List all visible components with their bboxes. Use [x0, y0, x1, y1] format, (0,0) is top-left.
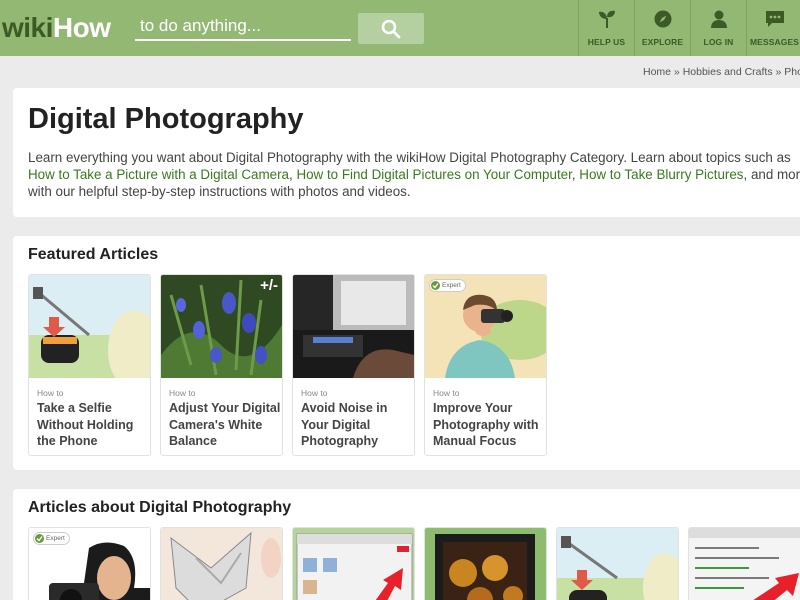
- article-thumbnail: [689, 528, 800, 600]
- article-tile[interactable]: [424, 527, 547, 600]
- articles-list: Expert: [28, 527, 800, 600]
- search-button[interactable]: [358, 13, 424, 44]
- article-thumbnail: [293, 528, 414, 600]
- how-to-label: How to: [301, 388, 328, 398]
- featured-article-title: Take a Selfie Without Holding the Phone: [37, 401, 134, 448]
- logo-wiki-text: wiki: [2, 12, 53, 43]
- breadcrumb-current[interactable]: Photogr: [784, 66, 800, 78]
- article-thumbnail: [293, 275, 414, 378]
- featured-article-title: Improve Your Photography with Manual Foc…: [433, 401, 539, 448]
- chat-icon: [764, 8, 786, 30]
- article-thumbnail: [161, 528, 282, 600]
- expert-badge-label: Expert: [46, 535, 65, 542]
- user-icon: [708, 8, 730, 30]
- nav-messages[interactable]: MESSAGES: [746, 0, 800, 56]
- logo-how-text: How: [52, 12, 111, 43]
- featured-article-title: Adjust Your Digital Camera's White Balan…: [169, 401, 281, 448]
- intro-link-take-picture[interactable]: How to Take a Picture with a Digital Cam…: [28, 167, 289, 182]
- featured-articles-card: Featured Articles How to Take a Selfie W…: [13, 236, 800, 470]
- expert-badge-label: Expert: [442, 282, 461, 289]
- main-nav: HELP US EXPLORE LOG IN MESSAGES: [578, 0, 800, 56]
- compass-icon: [652, 8, 674, 30]
- featured-article-tile[interactable]: Expert How to Improve Your Photography w…: [424, 274, 547, 456]
- article-tile[interactable]: [160, 527, 283, 600]
- featured-article-tile[interactable]: How to Take a Selfie Without Holding the…: [28, 274, 151, 456]
- page-title: Digital Photography: [28, 103, 304, 135]
- nav-log-in[interactable]: LOG IN: [690, 0, 746, 56]
- intro-link-blurry-pictures[interactable]: How to Take Blurry Pictures: [579, 167, 743, 182]
- sprout-icon: [596, 8, 618, 30]
- nav-explore-label: EXPLORE: [641, 37, 684, 47]
- article-thumbnail: +/-: [161, 275, 282, 378]
- intro-card: Digital Photography Learn everything you…: [13, 88, 800, 217]
- article-tile[interactable]: [556, 527, 679, 600]
- featured-article-tile[interactable]: +/- How to Adjust Your Digital Camera's …: [160, 274, 283, 456]
- breadcrumb: Home » Hobbies and Crafts » Photogr: [643, 66, 800, 78]
- featured-article-tile[interactable]: How to Avoid Noise in Your Digital Photo…: [292, 274, 415, 456]
- nav-log-in-label: LOG IN: [703, 37, 734, 47]
- how-to-label: How to: [433, 388, 460, 398]
- articles-card: Articles about Digital Photography Exper…: [13, 489, 800, 600]
- nav-help-us[interactable]: HELP US: [578, 0, 634, 56]
- intro-text-part: Learn everything you want about Digital …: [28, 150, 791, 165]
- how-to-label: How to: [169, 388, 196, 398]
- intro-text: Learn everything you want about Digital …: [28, 149, 800, 201]
- breadcrumb-home[interactable]: Home: [643, 66, 671, 78]
- article-thumbnail: Expert: [425, 275, 546, 378]
- article-tile[interactable]: Expert: [28, 527, 151, 600]
- check-icon: [431, 281, 440, 290]
- nav-help-us-label: HELP US: [587, 37, 626, 47]
- nav-messages-label: MESSAGES: [750, 37, 799, 47]
- wikihow-logo[interactable]: wikiHow: [2, 12, 111, 44]
- featured-articles-list: How to Take a Selfie Without Holding the…: [28, 274, 547, 456]
- expert-badge: Expert: [33, 532, 70, 545]
- article-thumbnail: [425, 528, 546, 600]
- article-thumbnail: [557, 528, 678, 600]
- article-thumbnail: [29, 275, 150, 378]
- featured-articles-title: Featured Articles: [28, 246, 159, 263]
- articles-title: Articles about Digital Photography: [28, 499, 292, 516]
- expert-badge: Expert: [429, 279, 466, 292]
- breadcrumb-separator: »: [772, 66, 785, 78]
- site-header: wikiHow HELP US EXPLORE LOG IN M: [0, 0, 800, 56]
- article-tile[interactable]: [292, 527, 415, 600]
- search-icon: [381, 19, 401, 38]
- featured-article-title: Avoid Noise in Your Digital Photography: [301, 401, 388, 448]
- nav-explore[interactable]: EXPLORE: [634, 0, 690, 56]
- search-input[interactable]: [135, 13, 351, 41]
- check-icon: [35, 534, 44, 543]
- breadcrumb-separator: »: [671, 66, 683, 78]
- white-balance-badge: +/-: [260, 277, 278, 294]
- article-tile[interactable]: [688, 527, 800, 600]
- breadcrumb-hobbies[interactable]: Hobbies and Crafts: [683, 66, 773, 78]
- how-to-label: How to: [37, 388, 64, 398]
- intro-link-find-pictures[interactable]: How to Find Digital Pictures on Your Com…: [296, 167, 571, 182]
